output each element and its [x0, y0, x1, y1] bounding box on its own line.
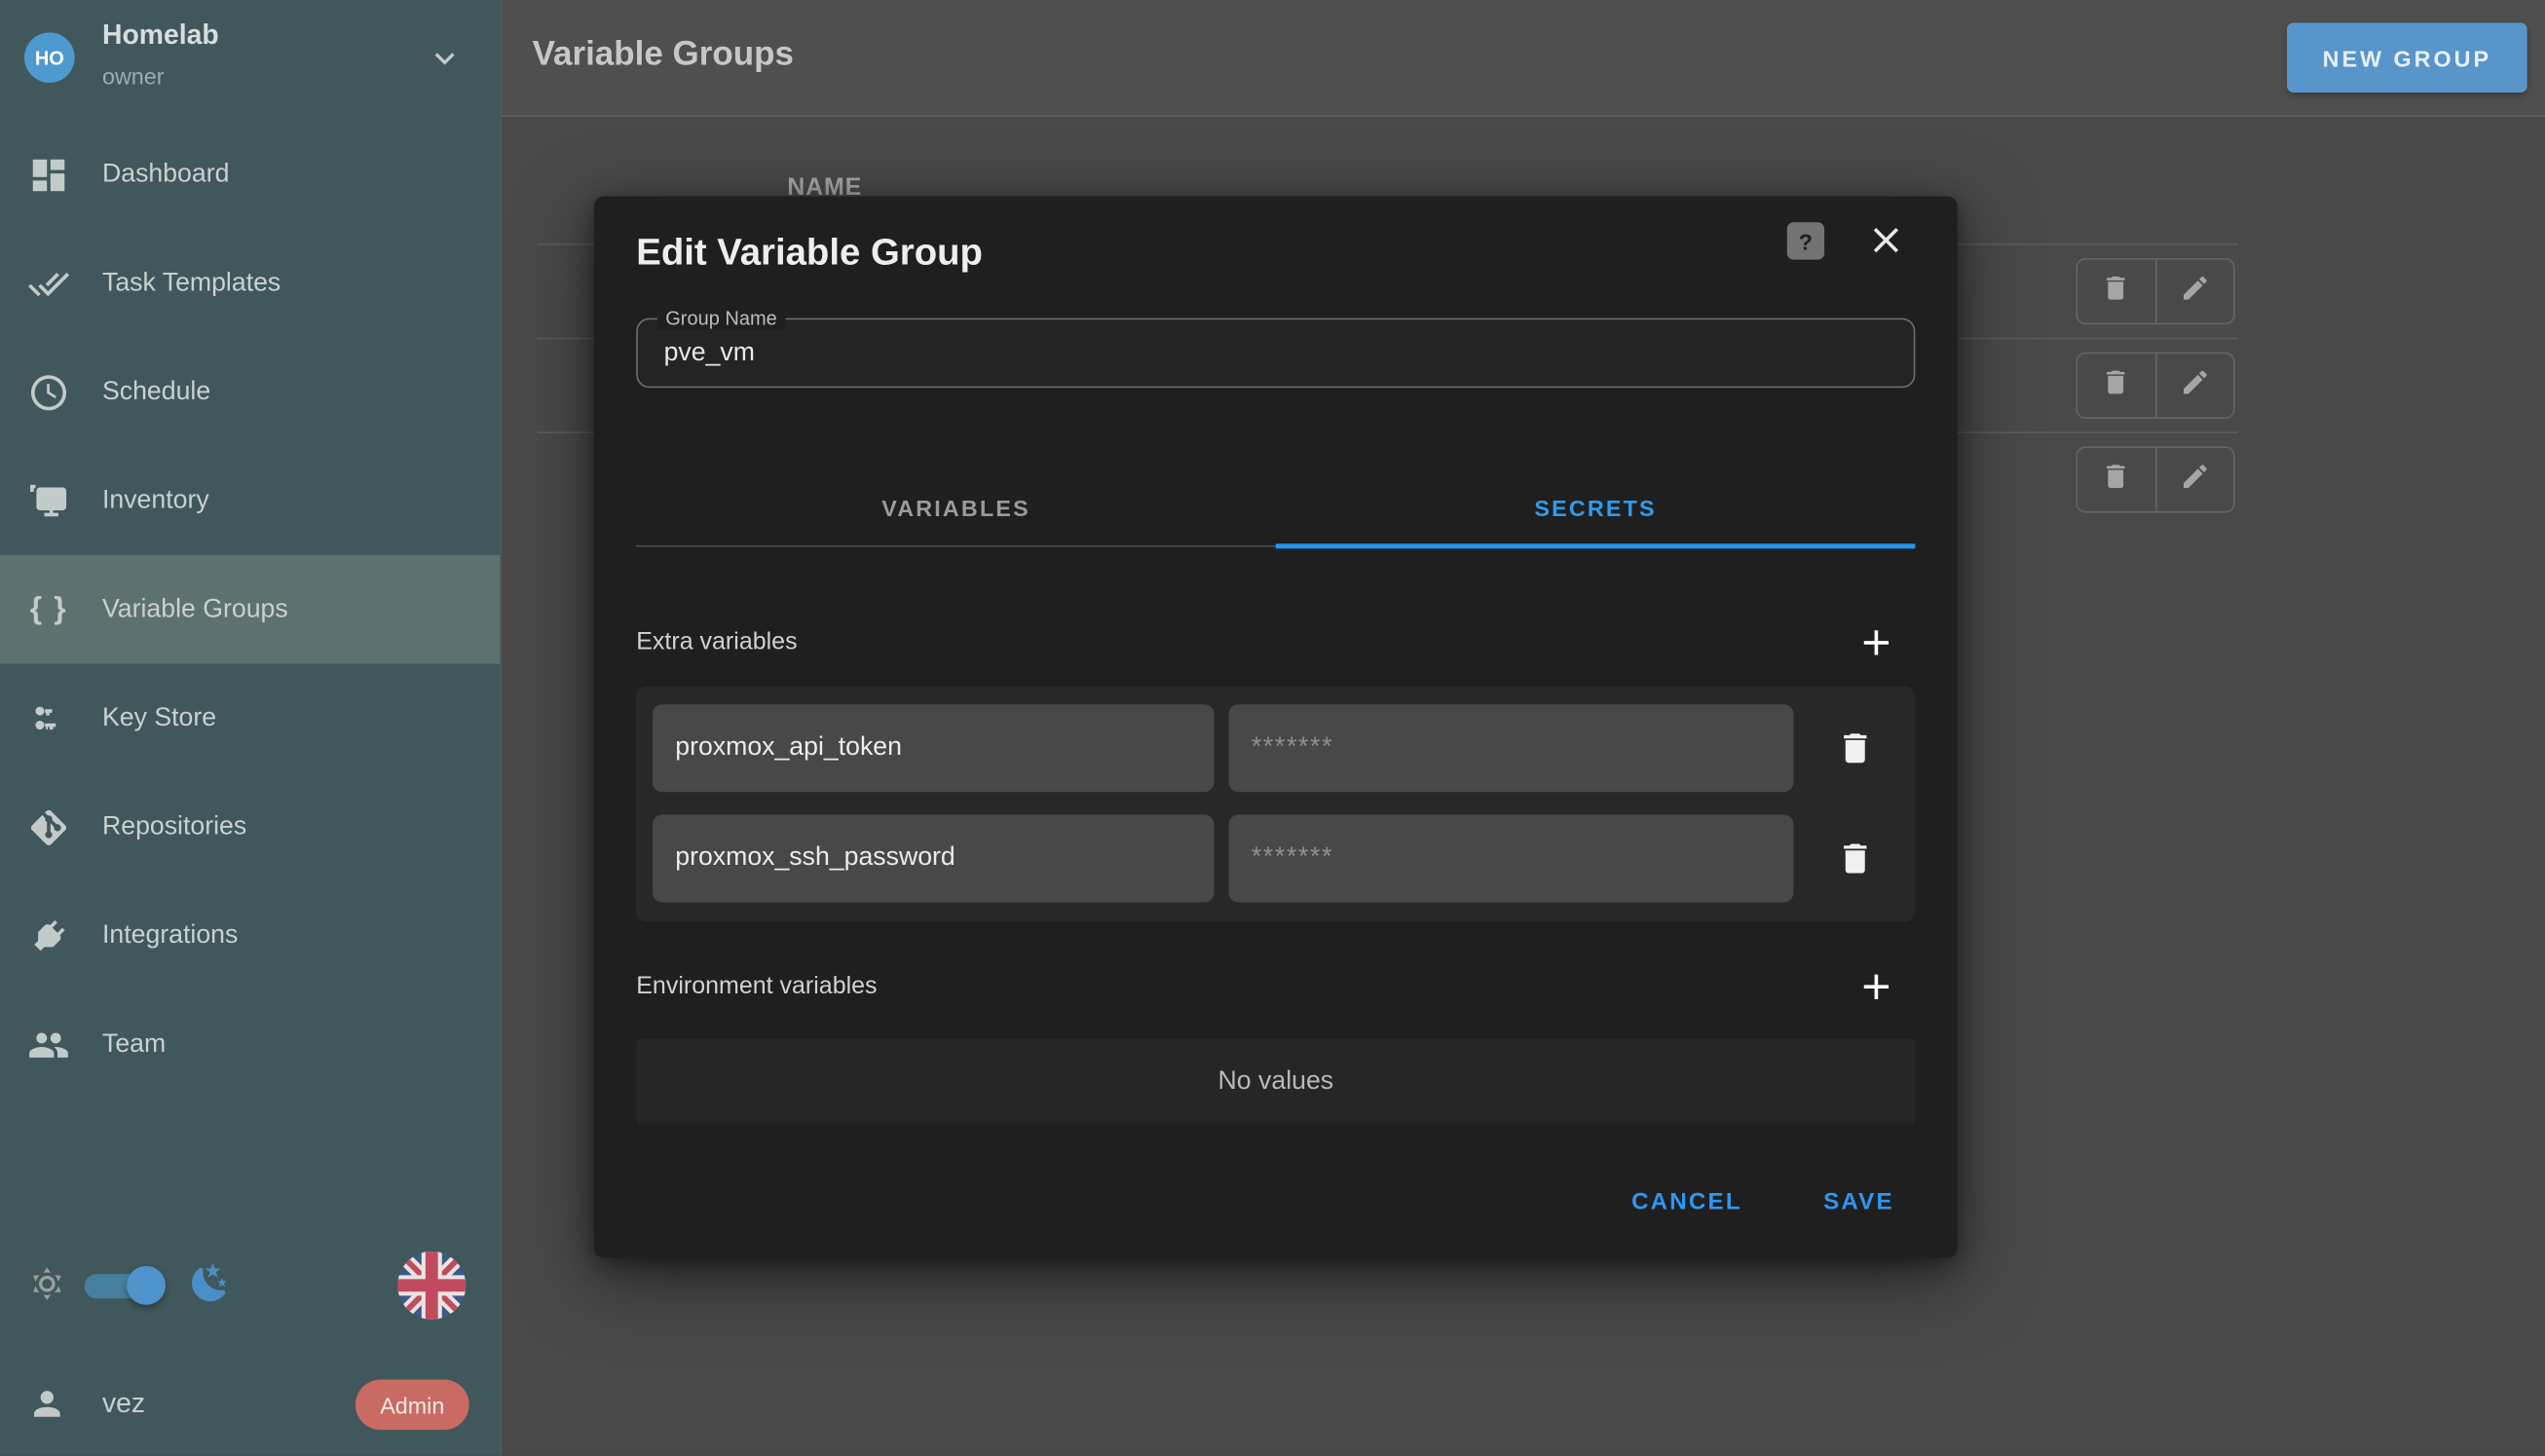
- sidebar-item-repositories[interactable]: Repositories: [0, 772, 500, 881]
- screen: Variable Groups NEW GROUP NAME HO Homela…: [0, 0, 2545, 1456]
- secret-name-input[interactable]: [653, 704, 1215, 792]
- sidebar-item-label: Dashboard: [102, 160, 229, 189]
- delete-secret-button[interactable]: [1836, 728, 1875, 767]
- secret-value-input[interactable]: [1229, 815, 1794, 903]
- dialog-tabs: VARIABLES SECRETS: [636, 469, 1915, 547]
- chevron-down-icon: [426, 39, 465, 78]
- theme-switcher-row: [0, 1237, 500, 1331]
- project-avatar: HO: [24, 32, 75, 83]
- sidebar-item-key-store[interactable]: Key Store: [0, 664, 500, 773]
- trash-icon: [2101, 460, 2132, 499]
- active-tab-indicator: [1276, 543, 1916, 548]
- toggle-knob: [127, 1266, 166, 1305]
- secret-value-box: [1229, 704, 1794, 792]
- pencil-icon: [2180, 272, 2211, 311]
- secret-row: [653, 704, 1899, 792]
- cancel-button[interactable]: CANCEL: [1631, 1190, 1742, 1216]
- username: vez: [102, 1388, 145, 1420]
- sidebar-item-label: Schedule: [102, 377, 210, 406]
- sidebar-item-label: Inventory: [102, 486, 209, 515]
- sidebar-item-label: Repositories: [102, 812, 246, 841]
- table-row: [2076, 446, 2234, 512]
- sidebar-item-label: Task Templates: [102, 269, 281, 298]
- environment-variables-empty: No values: [636, 1039, 1915, 1125]
- edit-row-button[interactable]: [2155, 448, 2233, 511]
- sidebar-item-task-templates[interactable]: Task Templates: [0, 229, 500, 338]
- group-name-field: Group Name: [636, 318, 1915, 389]
- secret-value-input[interactable]: [1229, 704, 1794, 792]
- edit-variable-group-dialog: Edit Variable Group ? Group Name VARIABL…: [594, 197, 1958, 1258]
- secret-name-box: [653, 815, 1215, 903]
- monitor-icon: [27, 479, 69, 521]
- people-icon: [27, 1024, 69, 1065]
- project-switcher[interactable]: HO Homelab owner: [0, 0, 500, 117]
- secret-name-input[interactable]: [653, 815, 1215, 903]
- clock-icon: [27, 371, 69, 413]
- page-title: Variable Groups: [533, 36, 794, 75]
- add-environment-variable-button[interactable]: [1855, 966, 1897, 1008]
- person-icon: [27, 1384, 66, 1423]
- moon-stars-icon: [188, 1261, 232, 1305]
- tab-secrets[interactable]: SECRETS: [1276, 469, 1916, 545]
- edit-row-button[interactable]: [2155, 260, 2233, 323]
- save-button[interactable]: SAVE: [1823, 1190, 1894, 1216]
- edit-row-button[interactable]: [2155, 354, 2233, 417]
- extra-variables-panel: [636, 687, 1915, 922]
- environment-variables-heading: Environment variables: [636, 972, 877, 999]
- secret-row: [653, 815, 1899, 903]
- table-row: [2076, 353, 2234, 419]
- sidebar-item-variable-groups[interactable]: { } Variable Groups: [0, 555, 500, 664]
- sidebar-item-schedule[interactable]: Schedule: [0, 338, 500, 447]
- sidebar-nav: Dashboard Task Templates Schedule Invent…: [0, 120, 500, 1099]
- sidebar-item-label: Integrations: [102, 921, 238, 951]
- trash-icon: [2101, 272, 2132, 311]
- delete-secret-button[interactable]: [1836, 840, 1875, 878]
- sidebar-item-label: Key Store: [102, 703, 216, 732]
- group-name-input[interactable]: [664, 319, 1865, 386]
- extra-variables-heading: Extra variables: [636, 628, 797, 655]
- sidebar-item-label: Variable Groups: [102, 595, 288, 624]
- admin-badge: Admin: [356, 1379, 469, 1430]
- git-icon: [27, 805, 69, 847]
- close-icon[interactable]: [1865, 219, 1907, 261]
- braces-icon: { }: [27, 588, 69, 630]
- add-extra-variable-button[interactable]: [1855, 621, 1897, 663]
- topbar: Variable Groups NEW GROUP: [502, 0, 2545, 117]
- trash-icon: [1836, 747, 1875, 774]
- dialog-actions: CANCEL SAVE: [594, 1171, 1894, 1236]
- project-name: Homelab: [102, 19, 219, 52]
- trash-icon: [2101, 366, 2132, 405]
- sidebar: HO Homelab owner Dashboard Task Template…: [0, 0, 500, 1456]
- uk-flag[interactable]: [397, 1251, 466, 1320]
- delete-row-button[interactable]: [2077, 448, 2155, 511]
- new-group-button[interactable]: NEW GROUP: [2287, 22, 2527, 93]
- sidebar-item-dashboard[interactable]: Dashboard: [0, 120, 500, 229]
- dialog-title: Edit Variable Group: [636, 231, 983, 275]
- sidebar-item-team[interactable]: Team: [0, 990, 500, 1100]
- plus-icon: [1855, 987, 1897, 1014]
- delete-row-button[interactable]: [2077, 260, 2155, 323]
- help-icon[interactable]: ?: [1787, 222, 1824, 259]
- table-row: [2076, 258, 2234, 324]
- check-all-icon: [27, 262, 69, 304]
- sun-icon: [27, 1264, 66, 1303]
- pencil-icon: [2180, 366, 2211, 405]
- trash-icon: [1836, 857, 1875, 884]
- sidebar-item-label: Team: [102, 1029, 166, 1059]
- plus-icon: [1855, 643, 1897, 670]
- dashboard-icon: [27, 153, 69, 195]
- project-role: owner: [102, 63, 165, 90]
- delete-row-button[interactable]: [2077, 354, 2155, 417]
- user-row[interactable]: vez Admin: [0, 1363, 500, 1444]
- secret-value-box: [1229, 815, 1794, 903]
- sidebar-item-integrations[interactable]: Integrations: [0, 881, 500, 990]
- sidebar-item-inventory[interactable]: Inventory: [0, 446, 500, 555]
- keys-icon: [27, 697, 69, 739]
- tab-variables[interactable]: VARIABLES: [636, 469, 1276, 545]
- pencil-icon: [2180, 460, 2211, 499]
- plug-icon: [27, 915, 69, 956]
- secret-name-box: [653, 704, 1215, 792]
- dark-mode-toggle[interactable]: [85, 1274, 160, 1298]
